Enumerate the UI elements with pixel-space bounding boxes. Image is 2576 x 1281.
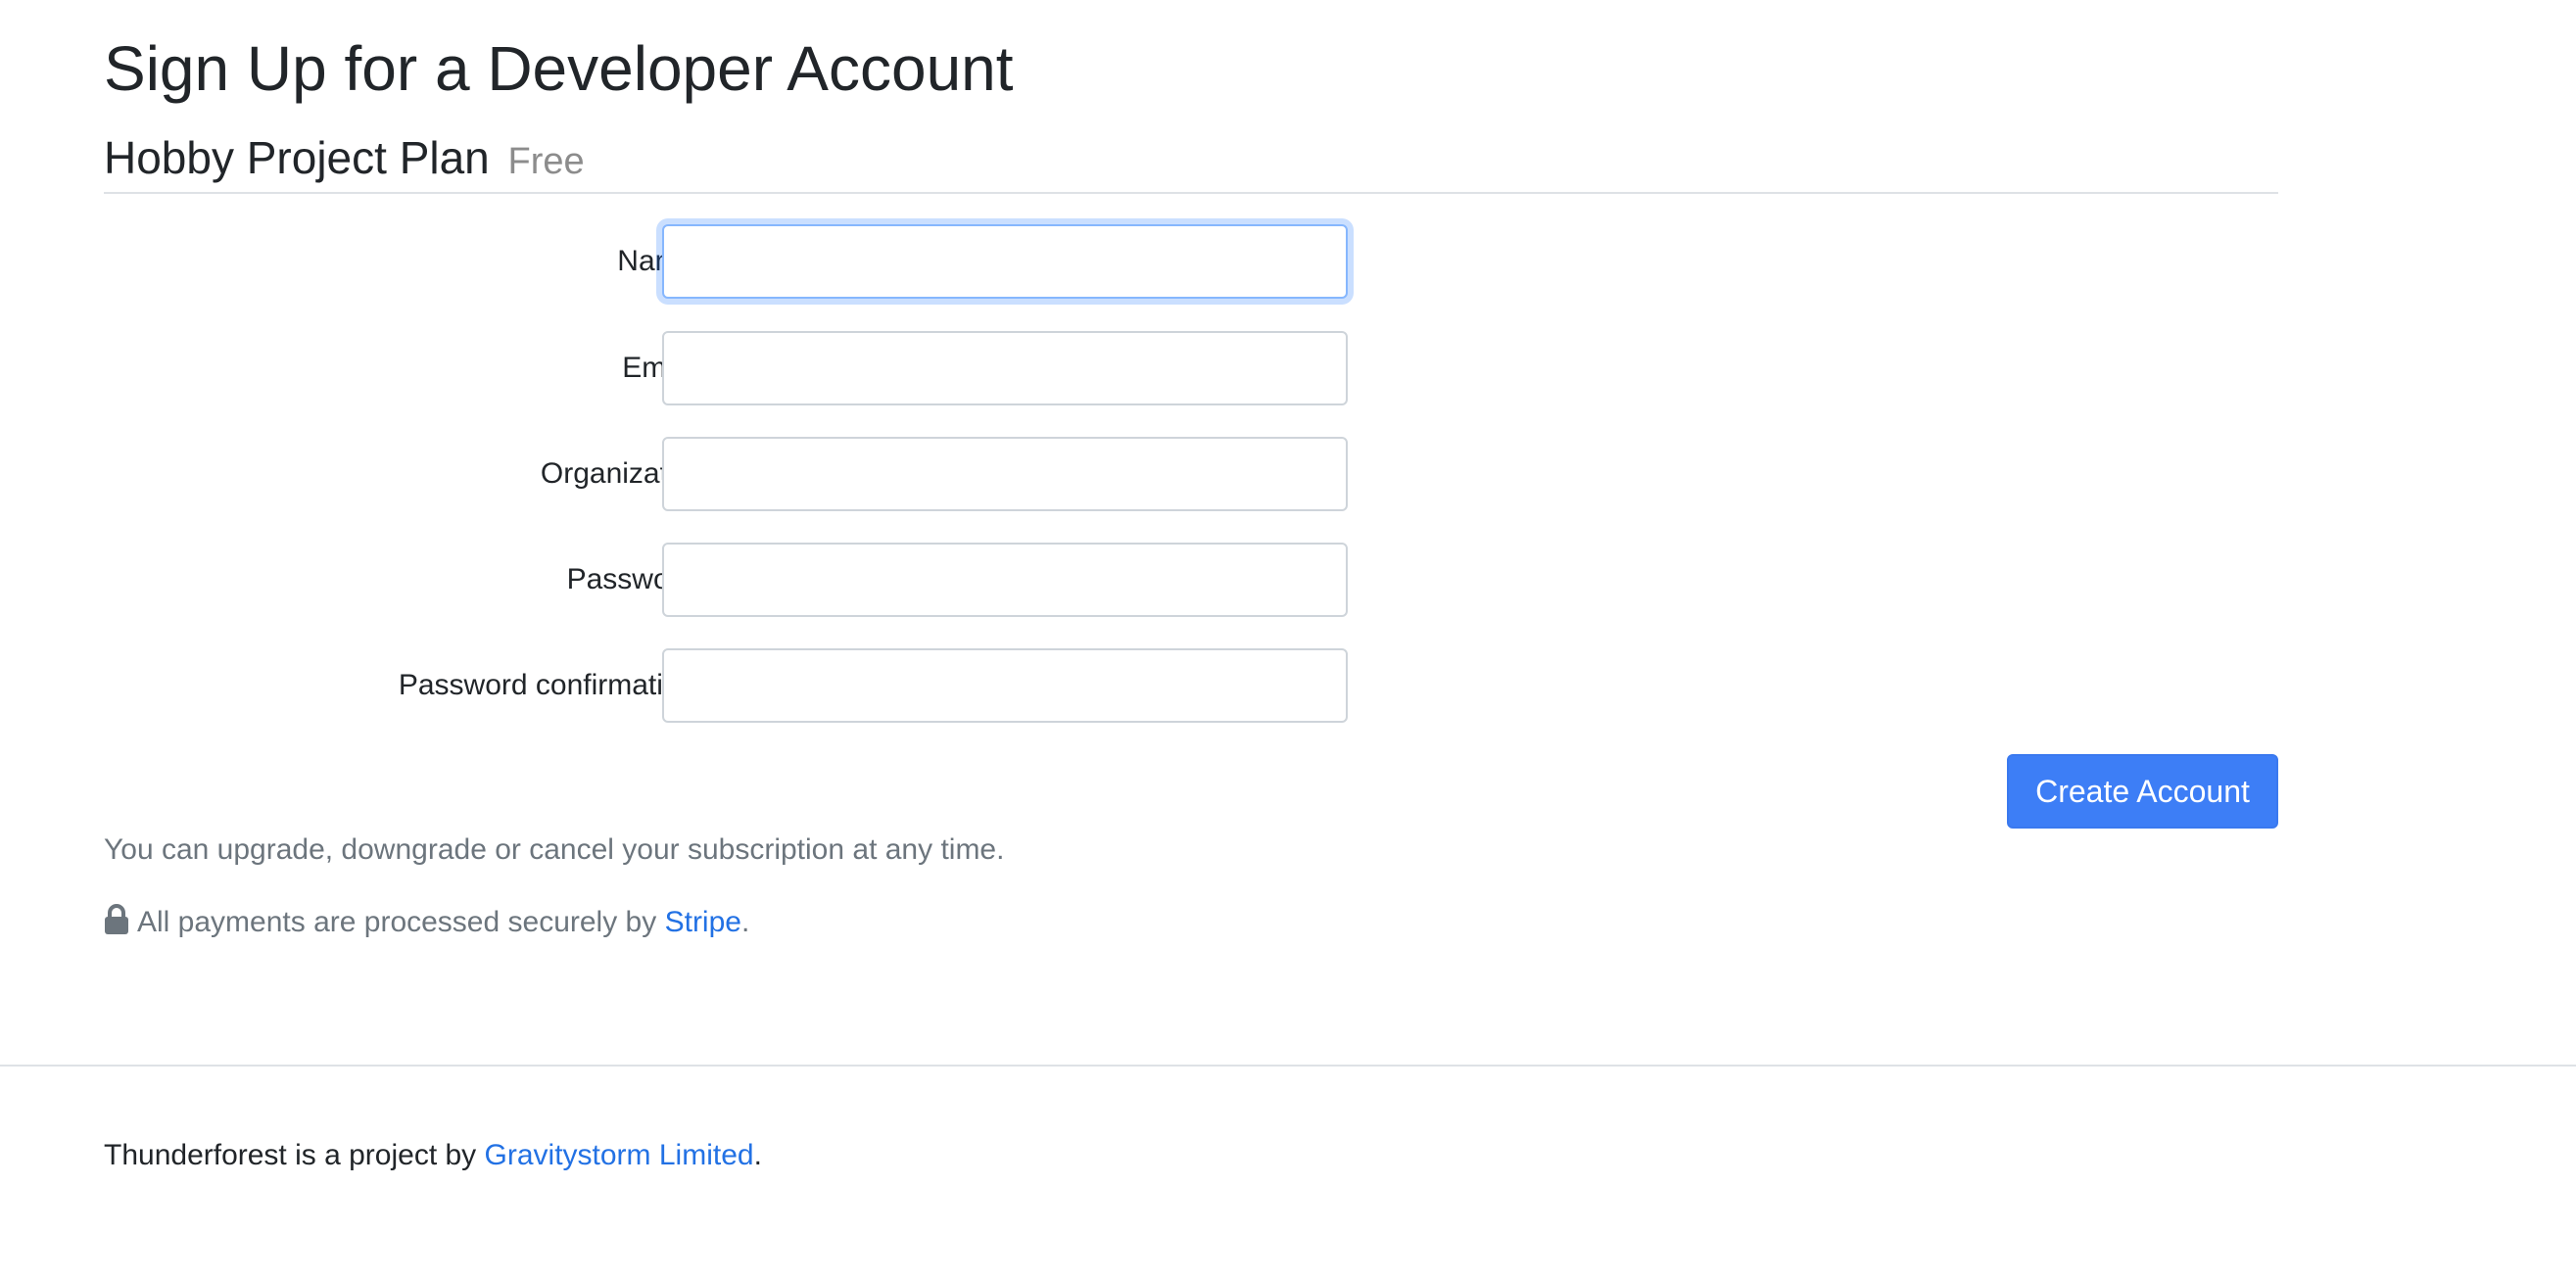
plan-price: Free [507, 141, 585, 182]
footer-suffix: . [753, 1139, 762, 1171]
password-field[interactable] [662, 543, 1348, 617]
name-field[interactable] [662, 224, 1348, 299]
create-account-button[interactable]: Create Account [2007, 754, 2278, 829]
payments-suffix: . [740, 906, 750, 938]
page-title: Sign Up for a Developer Account [104, 33, 1014, 104]
plan-heading: Hobby Project Plan Free [104, 125, 585, 194]
footer-divider [0, 1065, 2576, 1067]
footer-text: Thunderforest is a project by [104, 1139, 477, 1171]
form-row-email: Email* [104, 331, 2278, 405]
plan-name: Hobby Project Plan [104, 132, 490, 183]
payments-note: All payments are processed securely by S… [104, 903, 749, 942]
form-row-password-confirmation: Password confirmation* [104, 648, 2278, 723]
footer: Thunderforest is a project by Gravitysto… [104, 1136, 762, 1175]
subscription-note: You can upgrade, downgrade or cancel you… [104, 833, 1005, 866]
lock-icon [104, 904, 129, 935]
email-field[interactable] [662, 331, 1348, 405]
form-row-organization: Organization [104, 437, 2278, 511]
password-confirmation-label: Password confirmation* [399, 648, 707, 723]
organization-field[interactable] [662, 437, 1348, 511]
password-confirmation-field[interactable] [662, 648, 1348, 723]
gravitystorm-link[interactable]: Gravitystorm Limited [485, 1139, 754, 1171]
form-row-password: Password* [104, 543, 2278, 617]
payments-text: All payments are processed securely by [137, 906, 657, 938]
form-row-name: Name* [104, 224, 2278, 299]
stripe-link[interactable]: Stripe [665, 906, 741, 938]
section-divider [104, 192, 2278, 194]
